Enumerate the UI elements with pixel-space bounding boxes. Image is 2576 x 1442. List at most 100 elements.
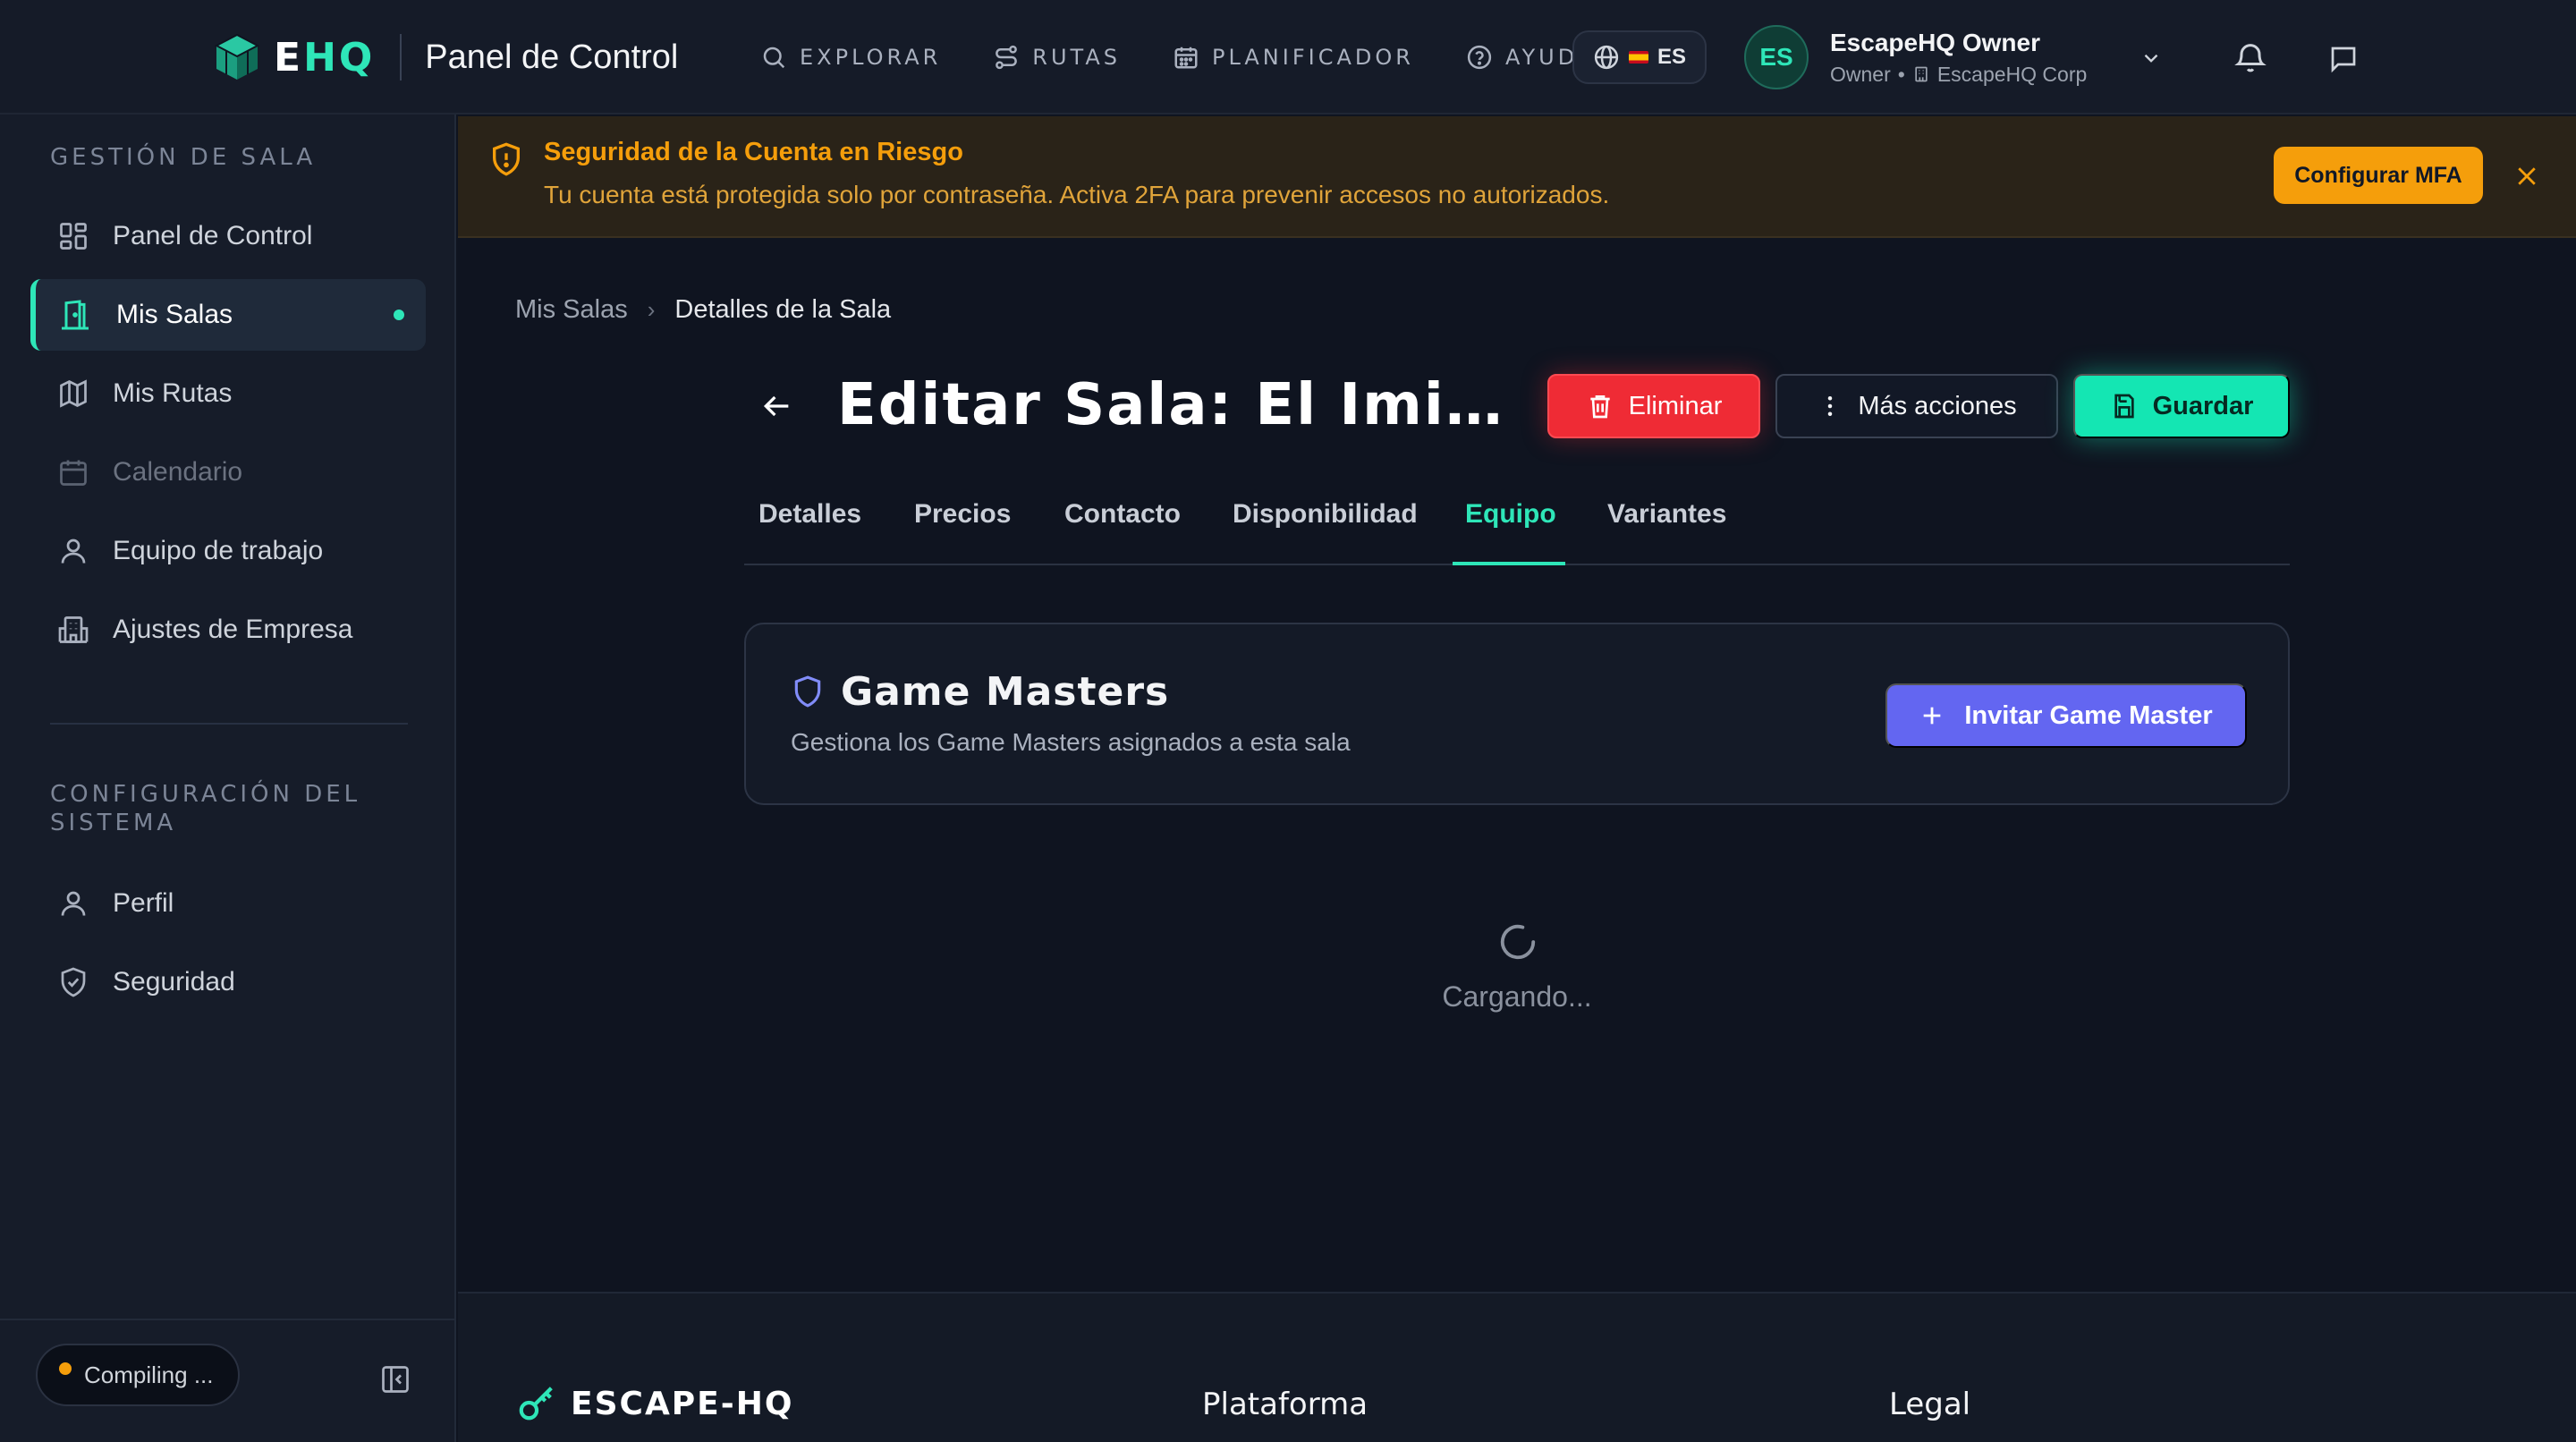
footer-logo-text: ESCAPE-HQ (571, 1385, 794, 1422)
language-switcher[interactable]: ES (1572, 30, 1707, 84)
map-icon (57, 377, 113, 410)
breadcrumb-link-mis-salas[interactable]: Mis Salas (515, 295, 628, 325)
spinner-icon (1497, 921, 1538, 963)
alert-message: Tu cuenta está protegida solo por contra… (544, 181, 1610, 208)
tab-variantes[interactable]: Variantes (1607, 488, 1726, 565)
building-icon (57, 614, 113, 646)
alert-title: Seguridad de la Cuenta en Riesgo (544, 138, 963, 166)
card-title: Game Masters (841, 669, 1170, 715)
invite-label: Invitar Game Master (1964, 700, 2213, 730)
tab-contacto[interactable]: Contacto (1064, 488, 1181, 565)
nav-rutas[interactable]: RUTAS (993, 44, 1121, 71)
user-company: EscapeHQ Corp (1936, 62, 2088, 86)
user-role: Owner (1830, 62, 1891, 86)
calendar-icon (1173, 44, 1212, 71)
route-icon (993, 44, 1032, 71)
sidebar-item-panel-de-control[interactable]: Panel de Control (30, 200, 426, 272)
message-icon[interactable] (2327, 43, 2360, 75)
calendar-icon (57, 456, 113, 488)
collapse-sidebar-icon[interactable] (379, 1363, 411, 1395)
security-alert-banner: Seguridad de la Cuenta en Riesgo Tu cuen… (458, 116, 2576, 238)
sidebar-item-equipo-de-trabajo[interactable]: Equipo de trabajo (30, 515, 426, 587)
compiling-label: Compiling ... (84, 1361, 214, 1388)
tab-disponibilidad[interactable]: Disponibilidad (1233, 488, 1418, 565)
plus-icon (1919, 703, 1945, 728)
user-menu[interactable]: ES EscapeHQ Owner Owner • EscapeHQ Corp (1744, 23, 2087, 91)
sidebar-item-perfil[interactable]: Perfil (30, 868, 426, 939)
invite-game-master-button[interactable]: Invitar Game Master (1885, 683, 2247, 748)
sidebar-item-label: Seguridad (113, 967, 235, 997)
sidebar-item-label: Ajustes de Empresa (113, 615, 353, 644)
sidebar-item-label: Panel de Control (113, 221, 313, 250)
sidebar-item-mis-salas[interactable]: Mis Salas (30, 279, 426, 351)
breadcrumb-separator: › (647, 296, 656, 323)
more-actions-label: Más acciones (1858, 391, 2017, 420)
top-nav: EXPLORAR RUTAS PLANIFICADOR AYUDA (760, 32, 1648, 82)
footer-heading-plataforma: Plataforma (1202, 1387, 1368, 1422)
brand[interactable]: EHQ Panel de Control (211, 27, 678, 88)
delete-label: Eliminar (1628, 391, 1723, 420)
breadcrumb: Mis Salas › Detalles de la Sala (515, 295, 891, 325)
sidebar-item-label: Mis Rutas (113, 378, 233, 408)
tab-bar: Detalles Precios Contacto Disponibilidad… (744, 488, 2290, 565)
user-icon (57, 535, 113, 567)
nav-explorar[interactable]: EXPLORAR (760, 44, 941, 71)
delete-button[interactable]: Eliminar (1547, 374, 1760, 438)
language-code: ES (1657, 45, 1686, 69)
sidebar: GESTIÓN DE SALA Panel de Control Mis Sal… (0, 115, 456, 1442)
avatar: ES (1744, 25, 1809, 89)
compiling-status-badge: Compiling ... (36, 1344, 240, 1406)
status-dot (59, 1362, 72, 1375)
chevron-down-icon[interactable] (2140, 47, 2163, 70)
save-label: Guardar (2152, 391, 2254, 420)
user-icon (57, 887, 113, 920)
sidebar-section-label: CONFIGURACIÓN DEL SISTEMA (50, 781, 361, 836)
sidebar-divider (50, 723, 408, 725)
sidebar-item-label: Calendario (113, 457, 243, 487)
save-icon (2110, 392, 2139, 420)
more-actions-button[interactable]: Más acciones (1775, 374, 2058, 438)
footer-logo[interactable]: ESCAPE-HQ (517, 1383, 793, 1424)
close-icon[interactable] (2513, 163, 2540, 190)
nav-planificador[interactable]: PLANIFICADOR (1173, 44, 1414, 71)
dashboard-icon (57, 220, 113, 252)
more-vertical-icon (1817, 393, 1843, 420)
sidebar-item-mis-rutas[interactable]: Mis Rutas (30, 358, 426, 429)
key-icon (517, 1383, 558, 1424)
card-subtitle: Gestiona los Game Masters asignados a es… (791, 728, 1351, 756)
sidebar-bottom-divider (0, 1319, 454, 1320)
shield-alert-icon (488, 141, 524, 177)
back-arrow-icon[interactable] (758, 388, 794, 424)
save-button[interactable]: Guardar (2073, 374, 2290, 438)
tab-detalles[interactable]: Detalles (758, 488, 861, 565)
search-icon (760, 44, 800, 71)
game-masters-card: Game Masters Gestiona los Game Masters a… (744, 623, 2290, 805)
sidebar-item-seguridad[interactable]: Seguridad (30, 946, 426, 1018)
brand-divider (400, 34, 402, 81)
user-info: EscapeHQ Owner Owner • EscapeHQ Corp (1830, 29, 2087, 87)
bell-icon[interactable] (2233, 39, 2268, 75)
sidebar-item-label: Mis Salas (116, 300, 233, 329)
sidebar-item-label: Equipo de trabajo (113, 536, 324, 565)
sidebar-item-ajustes-de-empresa[interactable]: Ajustes de Empresa (30, 594, 426, 666)
breadcrumb-current: Detalles de la Sala (674, 295, 892, 324)
trash-icon (1586, 392, 1614, 420)
page-title: Editar Sala: El Imitador (837, 372, 1513, 438)
sidebar-item-calendario[interactable]: Calendario (30, 437, 426, 508)
top-bar: EHQ Panel de Control EXPLORAR RUTAS PLAN… (0, 0, 2576, 115)
user-name: EscapeHQ Owner (1830, 28, 2040, 56)
tab-precios[interactable]: Precios (914, 488, 1011, 565)
spain-flag-icon (1628, 51, 1648, 64)
shield-check-icon (57, 966, 113, 998)
brand-logo-text: EHQ (274, 34, 376, 81)
separator-bullet: • (1897, 62, 1905, 86)
active-tab-indicator (1453, 562, 1565, 565)
brand-title: Panel de Control (425, 38, 679, 76)
cube-logo-icon (211, 31, 263, 83)
globe-icon (1593, 44, 1620, 71)
configure-mfa-button[interactable]: Configurar MFA (2274, 147, 2483, 204)
footer: ESCAPE-HQ Plataforma Legal (458, 1292, 2576, 1442)
tab-equipo[interactable]: Equipo (1465, 488, 1556, 565)
building-icon (1912, 65, 1930, 83)
shield-icon (791, 674, 825, 708)
